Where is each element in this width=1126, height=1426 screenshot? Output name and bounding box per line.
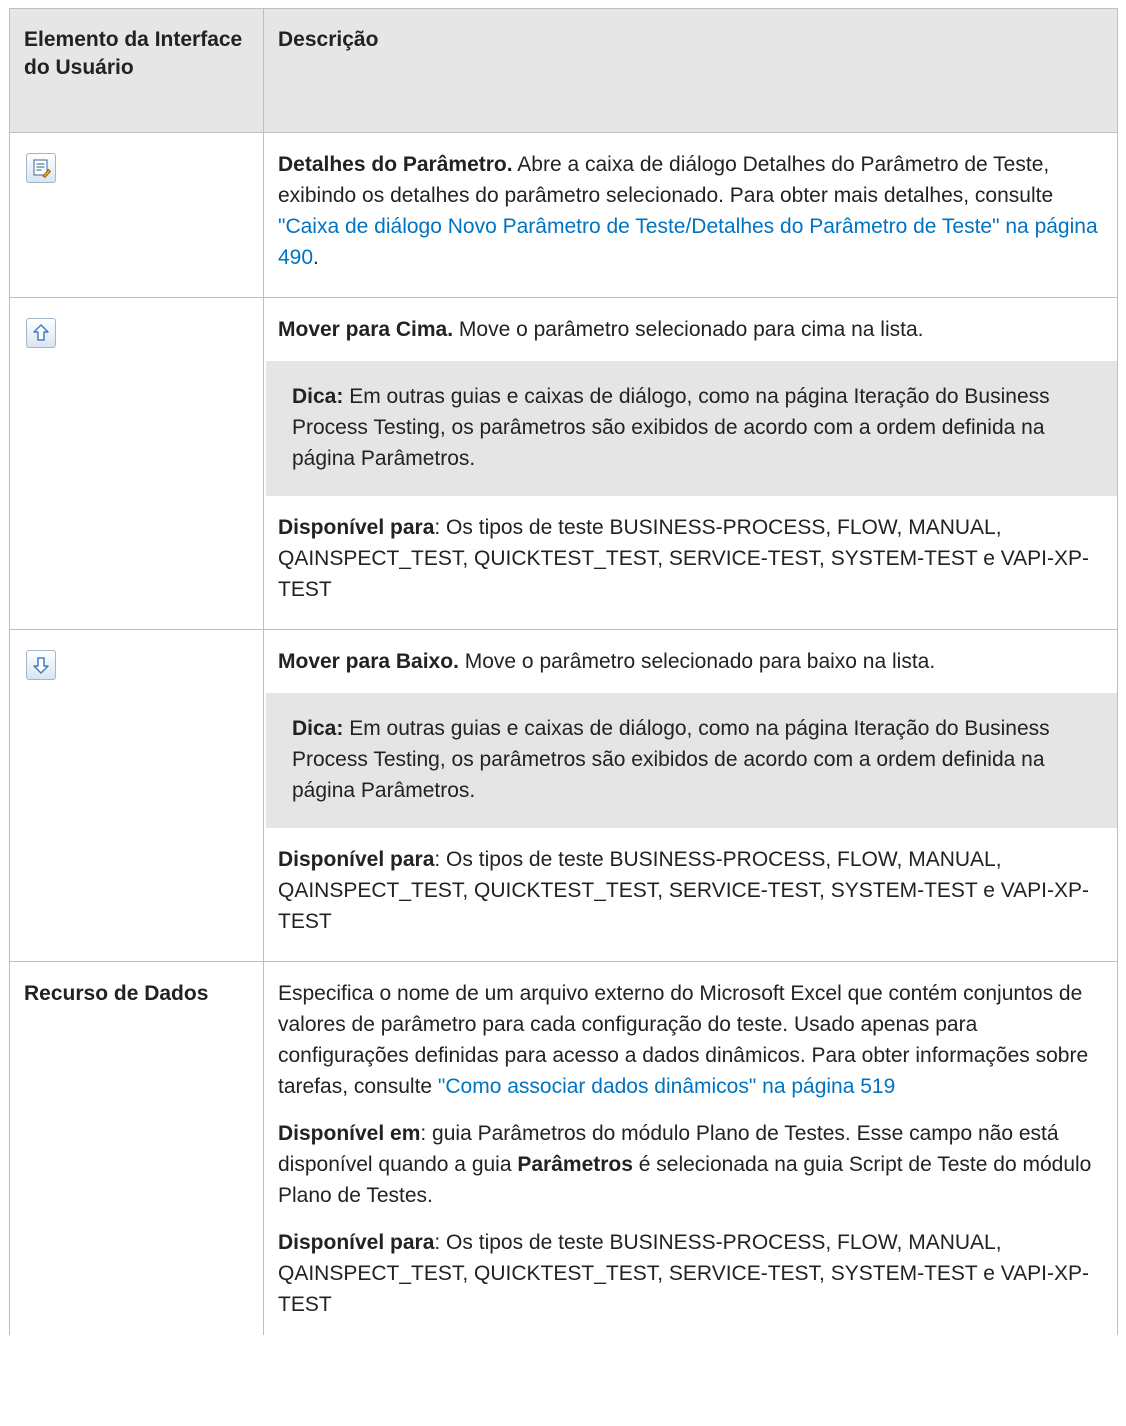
parameters-tab-label: Parâmetros bbox=[517, 1153, 633, 1176]
move-up-title: Mover para Cima. bbox=[278, 318, 454, 341]
move-down-title: Mover para Baixo. bbox=[278, 650, 459, 673]
element-cell: Recurso de Dados bbox=[9, 961, 264, 1335]
dialog-box-link[interactable]: "Caixa de diálogo Novo Parâmetro de Test… bbox=[278, 215, 1098, 269]
tip-note: Dica: Em outras guias e caixas de diálog… bbox=[266, 361, 1117, 496]
move-up-description: Mover para Cima. Move o parâmetro seleci… bbox=[278, 318, 924, 341]
description-cell: Detalhes do Parâmetro. Abre a caixa de d… bbox=[263, 132, 1118, 298]
tip-label: Dica: bbox=[292, 385, 344, 408]
data-resource-label: Recurso de Dados bbox=[24, 982, 209, 1005]
available-in-label: Disponível em bbox=[278, 1122, 421, 1145]
move-down-description: Mover para Baixo. Move o parâmetro selec… bbox=[278, 650, 936, 673]
availability-note: Disponível para: Os tipos de teste BUSIN… bbox=[278, 1231, 1090, 1316]
table-row-move-down: Mover para Baixo. Move o parâmetro selec… bbox=[9, 629, 1118, 962]
parameter-details-title: Detalhes do Parâmetro. bbox=[278, 153, 513, 176]
element-cell bbox=[9, 297, 264, 630]
cell-trailing-space bbox=[278, 1320, 1105, 1335]
availability-note: Disponível para: Os tipos de teste BUSIN… bbox=[278, 516, 1090, 601]
tip-note: Dica: Em outras guias e caixas de diálog… bbox=[266, 693, 1117, 828]
element-cell bbox=[9, 132, 264, 298]
table-row-data-resource: Recurso de Dados Especifica o nome de um… bbox=[9, 961, 1118, 1335]
availability-label: Disponível para bbox=[278, 1231, 435, 1254]
move-up-arrow-icon[interactable] bbox=[26, 318, 56, 348]
availability-label: Disponível para bbox=[278, 848, 435, 871]
description-cell: Especifica o nome de um arquivo externo … bbox=[263, 961, 1118, 1335]
description-cell: Mover para Baixo. Move o parâmetro selec… bbox=[263, 629, 1118, 962]
dynamic-data-link[interactable]: "Como associar dados dinâmicos" na págin… bbox=[438, 1075, 895, 1098]
move-down-arrow-icon[interactable] bbox=[26, 650, 56, 680]
available-in-note: Disponível em: guia Parâmetros do módulo… bbox=[278, 1122, 1092, 1207]
table-header-row: Elemento da Interface do Usuário Descriç… bbox=[9, 8, 1118, 133]
table-row-parameter-details: Detalhes do Parâmetro. Abre a caixa de d… bbox=[9, 132, 1118, 298]
parameter-details-icon[interactable] bbox=[26, 153, 56, 183]
parameter-details-description: Detalhes do Parâmetro. Abre a caixa de d… bbox=[278, 153, 1098, 269]
tip-label: Dica: bbox=[292, 717, 344, 740]
column-header-element: Elemento da Interface do Usuário bbox=[9, 8, 264, 133]
table-row-move-up: Mover para Cima. Move o parâmetro seleci… bbox=[9, 297, 1118, 630]
column-header-description: Descrição bbox=[263, 8, 1118, 133]
ui-elements-table: Elemento da Interface do Usuário Descriç… bbox=[9, 8, 1118, 1335]
availability-note: Disponível para: Os tipos de teste BUSIN… bbox=[278, 848, 1090, 933]
element-cell bbox=[9, 629, 264, 962]
data-resource-description: Especifica o nome de um arquivo externo … bbox=[278, 982, 1089, 1098]
description-cell: Mover para Cima. Move o parâmetro seleci… bbox=[263, 297, 1118, 630]
availability-label: Disponível para bbox=[278, 516, 435, 539]
